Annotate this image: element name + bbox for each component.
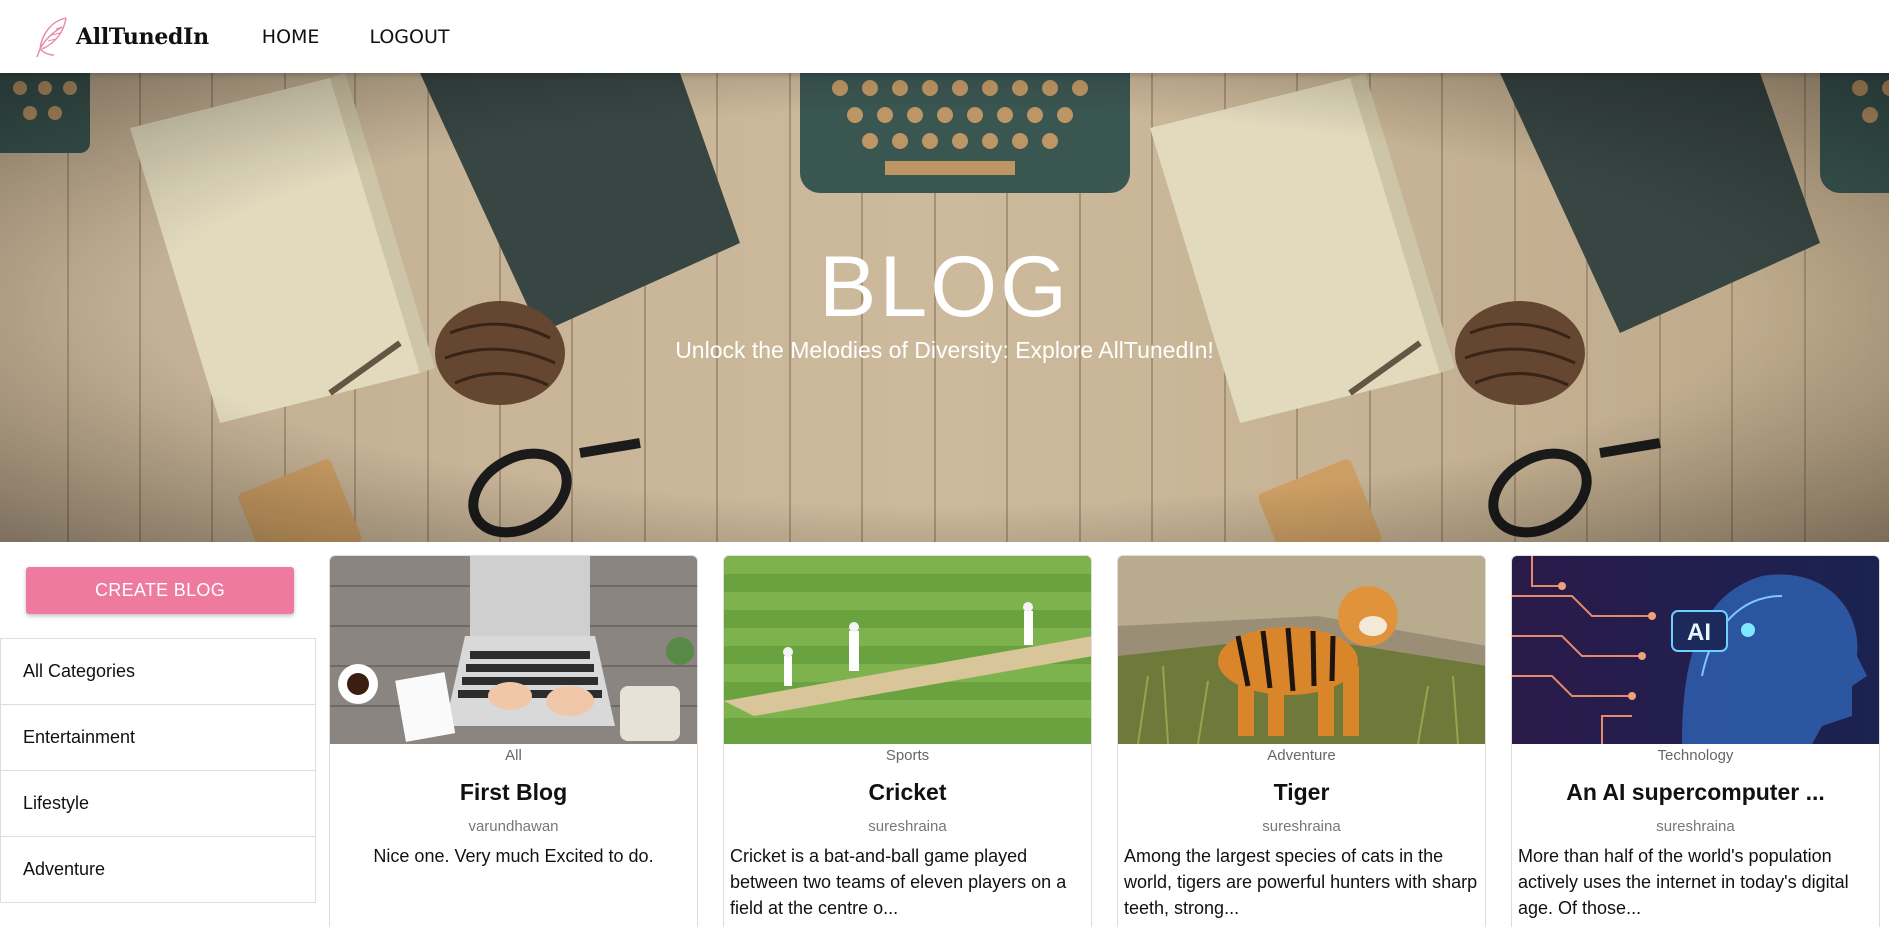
category-item-entertainment[interactable]: Entertainment	[1, 705, 315, 771]
brand-logo[interactable]: AllTunedIn	[34, 15, 209, 59]
category-list: All Categories Entertainment Lifestyle A…	[0, 638, 316, 903]
create-blog-button[interactable]: CREATE BLOG	[26, 567, 294, 614]
ai-label-text: AI	[1687, 619, 1711, 646]
post-description: More than half of the world's population…	[1518, 846, 1849, 918]
category-sidebar: CREATE BLOG All Categories Entertainment…	[0, 542, 316, 927]
nav-logout-link[interactable]: LOGOUT	[369, 26, 449, 48]
category-item-all[interactable]: All Categories	[1, 639, 315, 705]
ai-head-photo: AI	[1512, 556, 1879, 744]
cricket-field-photo	[724, 556, 1091, 744]
blog-card[interactable]: AI Technology An AI supercomputer ... su…	[1511, 555, 1880, 927]
hero-banner: BLOG Unlock the Melodies of Diversity: E…	[0, 73, 1889, 542]
post-description: Nice one. Very much Excited to do.	[373, 846, 654, 866]
post-category: Adventure	[1267, 747, 1336, 764]
brand-name: AllTunedIn	[76, 23, 209, 50]
post-description: Cricket is a bat-and-ball game played be…	[730, 846, 1067, 918]
blog-card[interactable]: All First Blog varundhawan Nice one. Ver…	[329, 555, 698, 927]
post-author: sureshraina	[1656, 818, 1735, 835]
post-category: All	[505, 747, 522, 764]
post-author: sureshraina	[868, 818, 947, 835]
post-category: Technology	[1657, 747, 1734, 764]
post-title: Tiger	[1273, 779, 1330, 805]
hero-title: BLOG	[819, 239, 1070, 335]
post-title: An AI supercomputer ...	[1566, 779, 1825, 805]
post-title: Cricket	[868, 779, 947, 805]
category-item-lifestyle[interactable]: Lifestyle	[1, 771, 315, 837]
post-author: varundhawan	[468, 818, 559, 835]
blog-card[interactable]: Adventure Tiger sureshraina Among the la…	[1117, 555, 1486, 927]
post-description: Among the largest species of cats in the…	[1124, 846, 1478, 918]
tiger-photo	[1118, 556, 1485, 744]
top-navbar: AllTunedIn HOME LOGOUT	[0, 0, 1889, 73]
nav-home-link[interactable]: HOME	[262, 26, 320, 48]
feather-logo-icon	[36, 16, 67, 57]
hero-subtitle: Unlock the Melodies of Diversity: Explor…	[675, 337, 1214, 363]
main-nav: HOME LOGOUT	[262, 26, 450, 48]
post-author: sureshraina	[1262, 818, 1341, 835]
category-item-adventure[interactable]: Adventure	[1, 837, 315, 903]
laptop-desk-photo	[330, 556, 697, 744]
post-category: Sports	[885, 747, 930, 764]
blog-card[interactable]: Sports Cricket sureshraina Cricket is a …	[723, 555, 1092, 927]
post-title: First Blog	[459, 779, 568, 805]
